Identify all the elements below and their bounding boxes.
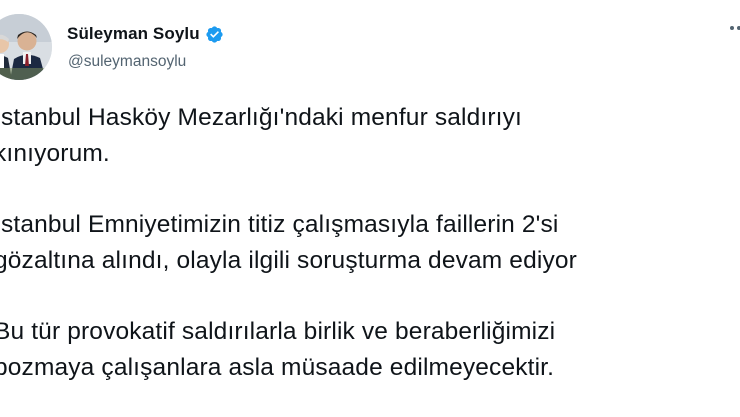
tweet-line: İstanbul Hasköy Mezarlığı'ndaki menfur s… bbox=[0, 104, 522, 131]
tweet-line: gözaltına alındı, olayla ilgili soruştur… bbox=[0, 247, 577, 274]
tweet-line: İstanbul Emniyetimizin titiz çalışmasıyl… bbox=[0, 211, 559, 238]
tweet-card: Süleyman Soylu @suleymansoylu İstanbul H… bbox=[0, 0, 740, 417]
tweet-line: bozmaya çalışanlara asla müsaade edilmey… bbox=[0, 354, 555, 381]
tweet-text: İstanbul Hasköy Mezarlığı'ndaki menfur s… bbox=[0, 100, 740, 386]
author-avatar[interactable] bbox=[0, 14, 52, 80]
author-display-name[interactable]: Süleyman Soylu bbox=[67, 24, 200, 44]
profile-photo-icon bbox=[0, 14, 52, 80]
verified-badge-icon bbox=[206, 25, 223, 43]
tweet-paragraph: İstanbul Hasköy Mezarlığı'ndaki menfur s… bbox=[0, 100, 740, 172]
more-horizontal-icon[interactable] bbox=[730, 26, 740, 30]
tweet-line: Bu tür provokatif saldırılarla birlik ve… bbox=[0, 318, 556, 345]
tweet-paragraph: İstanbul Emniyetimizin titiz çalışmasıyl… bbox=[0, 207, 740, 279]
tweet-paragraph: Bu tür provokatif saldırılarla birlik ve… bbox=[0, 314, 740, 386]
tweet-line: kınıyorum. bbox=[0, 140, 110, 167]
author-handle[interactable]: @suleymansoylu bbox=[68, 53, 186, 71]
author-name-row: Süleyman Soylu bbox=[67, 24, 224, 44]
